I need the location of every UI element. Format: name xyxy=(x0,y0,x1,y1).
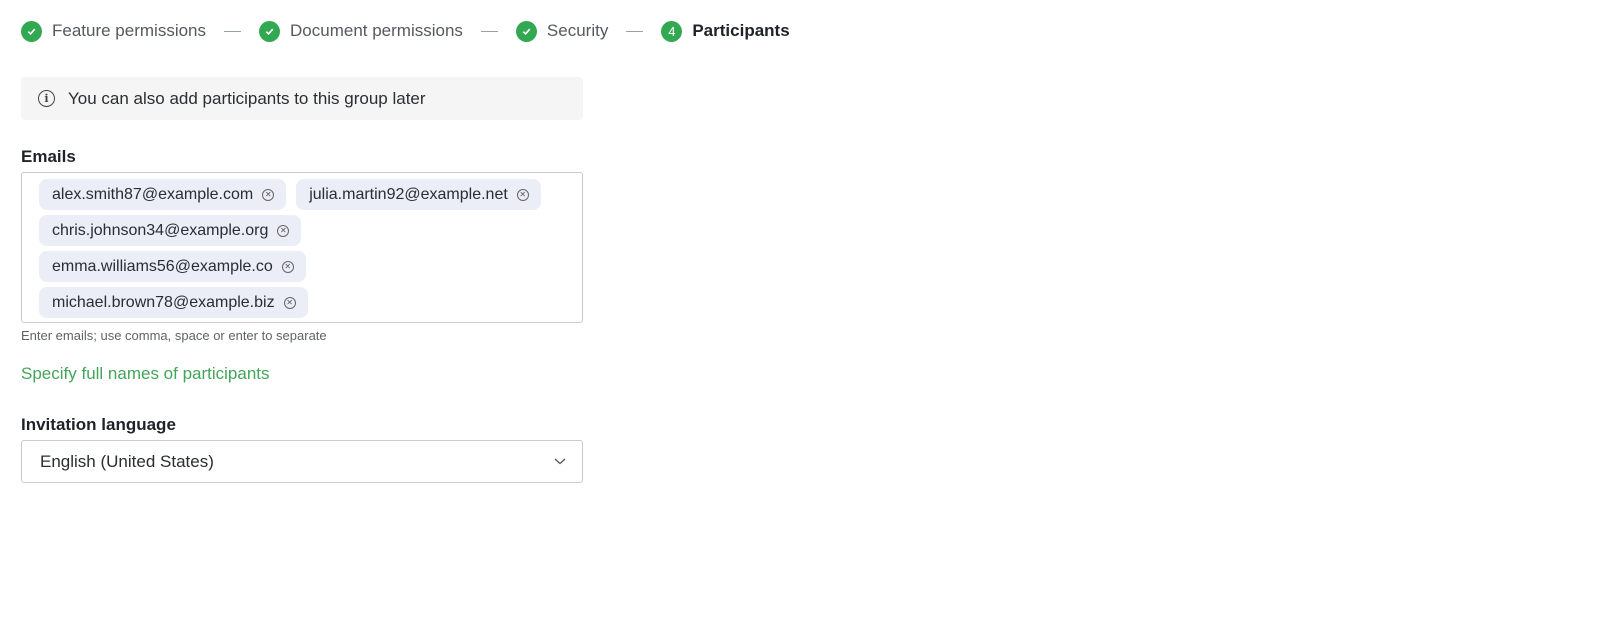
info-banner: i You can also add participants to this … xyxy=(21,77,583,120)
info-text: You can also add participants to this gr… xyxy=(68,88,426,108)
step-separator xyxy=(626,30,644,32)
stepper: Feature permissions Document permissions… xyxy=(21,20,790,42)
email-chip-text: michael.brown78@example.biz xyxy=(52,293,275,311)
email-chip-text: julia.martin92@example.net xyxy=(309,185,508,203)
info-icon: i xyxy=(38,90,55,107)
emails-label: Emails xyxy=(21,147,76,166)
step-participants[interactable]: 4 Participants xyxy=(661,20,790,42)
step-label: Document permissions xyxy=(290,21,463,40)
step-label: Feature permissions xyxy=(52,21,207,40)
step-separator xyxy=(224,30,242,32)
email-chip: julia.martin92@example.net ✕ xyxy=(296,179,541,210)
remove-chip-icon[interactable]: ✕ xyxy=(516,188,529,201)
step-label: Participants xyxy=(692,21,790,40)
invitation-language-select[interactable]: English (United States) xyxy=(21,440,583,483)
step-document-permissions[interactable]: Document permissions xyxy=(259,20,463,42)
email-chip: emma.williams56@example.co ✕ xyxy=(39,251,306,282)
email-chip: chris.johnson34@example.org ✕ xyxy=(39,215,302,246)
step-number-badge: 4 xyxy=(661,20,683,42)
remove-chip-icon[interactable]: ✕ xyxy=(281,260,294,273)
remove-chip-icon[interactable]: ✕ xyxy=(277,224,290,237)
invitation-language-label: Invitation language xyxy=(21,415,176,434)
check-icon xyxy=(259,20,281,42)
step-security[interactable]: Security xyxy=(515,20,609,42)
check-icon xyxy=(21,20,42,42)
chevron-down-icon xyxy=(554,458,566,465)
check-icon xyxy=(515,20,537,42)
email-chip: alex.smith87@example.com ✕ xyxy=(39,179,287,210)
remove-chip-icon[interactable]: ✕ xyxy=(262,188,275,201)
email-chip-text: alex.smith87@example.com xyxy=(52,185,254,203)
email-chip-text: chris.johnson34@example.org xyxy=(52,221,269,239)
step-label: Security xyxy=(546,21,609,40)
email-chip-text: emma.williams56@example.co xyxy=(52,257,273,275)
emails-input[interactable]: alex.smith87@example.com ✕ julia.martin92… xyxy=(21,172,583,323)
step-separator xyxy=(480,30,498,32)
emails-hint: Enter emails; use comma, space or enter … xyxy=(21,328,327,343)
step-feature-permissions[interactable]: Feature permissions xyxy=(21,20,207,42)
specify-full-names-link[interactable]: Specify full names of participants xyxy=(21,364,270,384)
remove-chip-icon[interactable]: ✕ xyxy=(283,296,296,309)
select-value: English (United States) xyxy=(40,451,214,471)
email-chip: michael.brown78@example.biz ✕ xyxy=(39,287,308,318)
